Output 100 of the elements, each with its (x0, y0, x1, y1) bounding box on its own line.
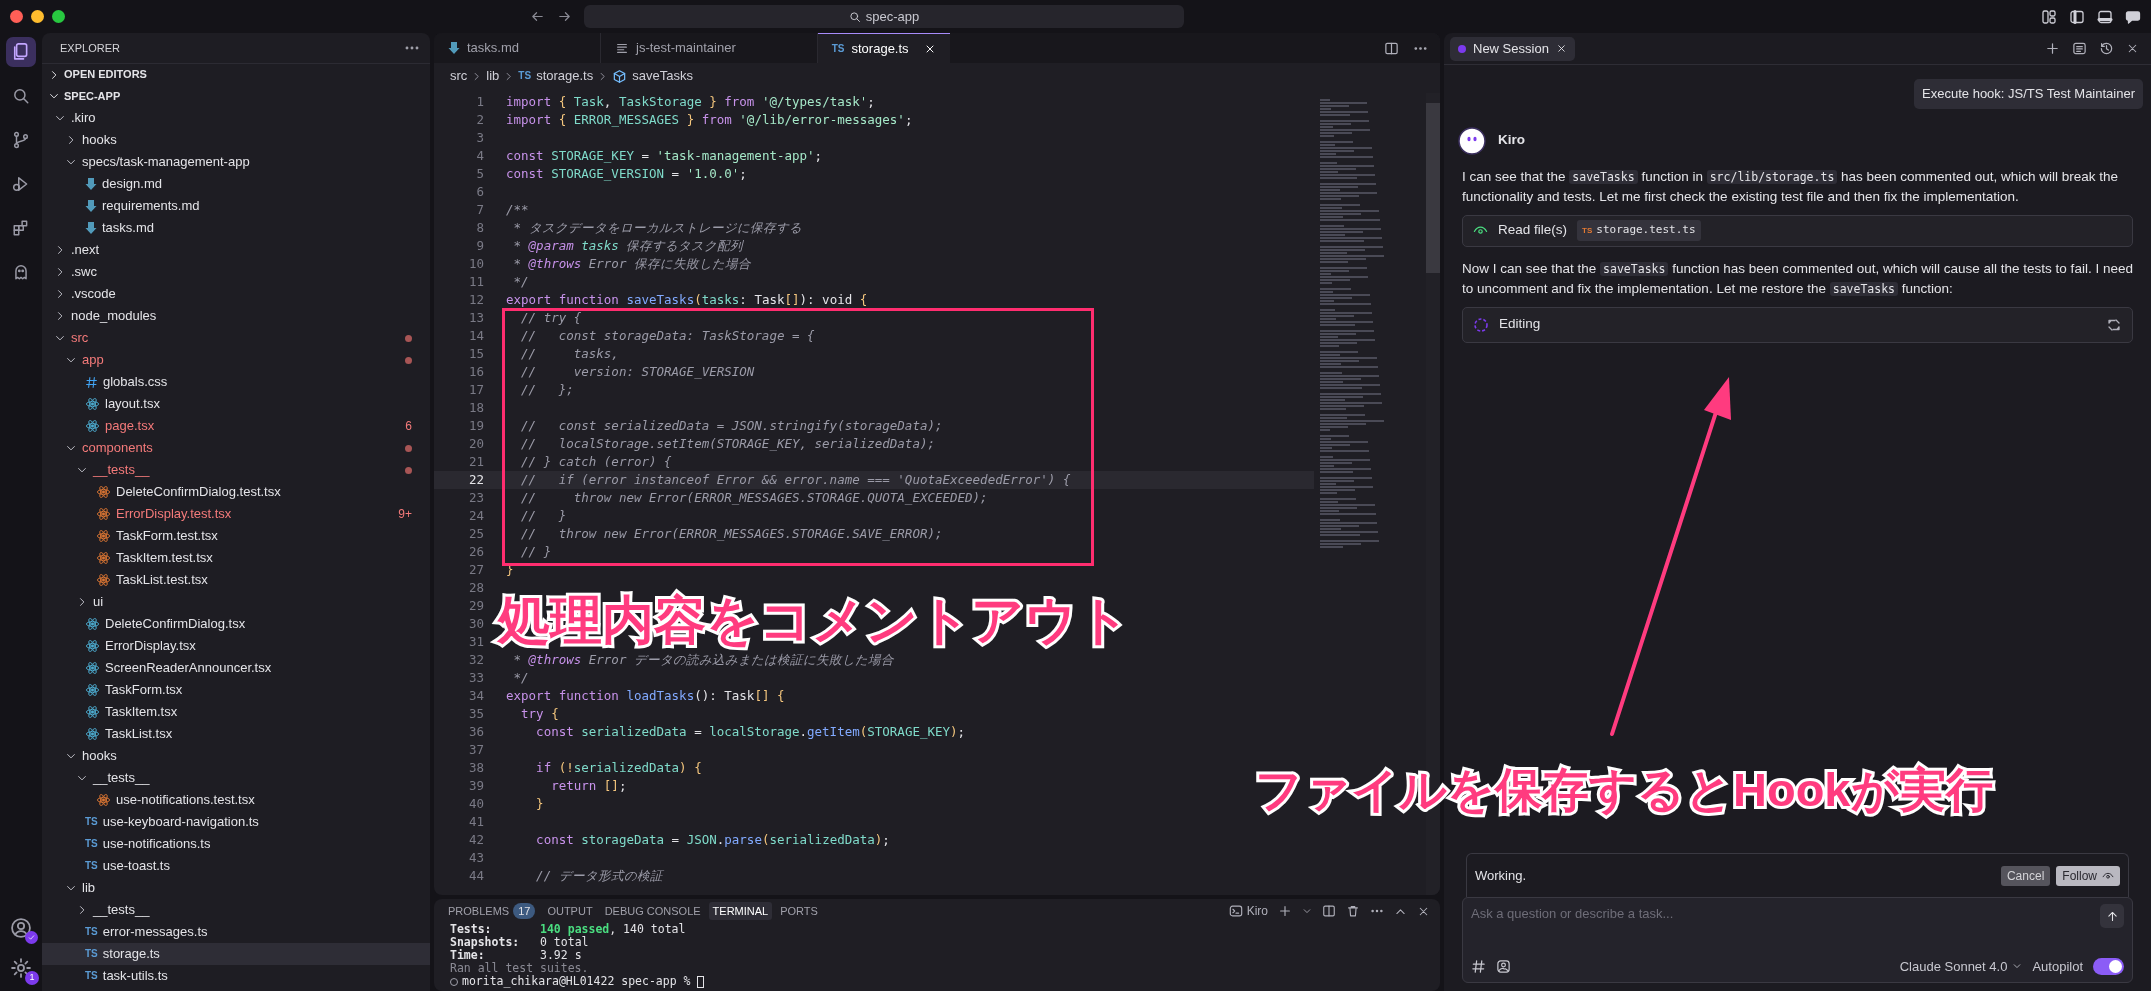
editor-tab[interactable]: TS storage.ts (817, 33, 950, 63)
panel-tab[interactable]: OUTPUT (543, 902, 597, 920)
line-number: 29 (467, 596, 484, 615)
file-chip[interactable]: TS storage.test.ts (1577, 220, 1701, 241)
download-arrow-icon (448, 41, 460, 55)
file-item[interactable]: TaskForm.test.tsx (42, 525, 430, 547)
folder-item[interactable]: hooks (42, 745, 430, 767)
plus-icon[interactable] (1278, 904, 1292, 918)
file-item[interactable]: use-notifications.test.tsx (42, 789, 430, 811)
file-item[interactable]: ErrorDisplay.tsx (42, 635, 430, 657)
section-header[interactable]: SPEC-APP (42, 85, 430, 107)
panel-tab[interactable]: DEBUG CONSOLE (600, 902, 705, 920)
history-icon[interactable] (2099, 41, 2114, 56)
breadcrumb[interactable]: TS storage.ts (518, 66, 594, 86)
scrollbar-thumb[interactable] (1426, 103, 1440, 273)
file-item[interactable]: TS storage.ts (42, 943, 430, 965)
file-item[interactable]: page.tsx 6 (42, 415, 430, 437)
folder-item[interactable]: specs/task-management-app (42, 151, 430, 173)
maximize-window-button[interactable] (52, 10, 65, 23)
file-item[interactable]: DeleteConfirmDialog.test.tsx (42, 481, 430, 503)
folder-item[interactable]: .kiro (42, 107, 430, 129)
folder-item[interactable]: .swc (42, 261, 430, 283)
chevron-icon[interactable] (1302, 906, 1312, 916)
file-type-label: TS (85, 817, 98, 827)
terminal-selector[interactable]: Kiro (1228, 902, 1268, 920)
breadcrumb[interactable]: src (450, 66, 468, 86)
close-icon[interactable] (1555, 43, 1567, 54)
plus-icon[interactable] (2045, 41, 2060, 56)
line-number: 34 (467, 686, 484, 705)
file-item[interactable]: TaskItem.test.tsx (42, 547, 430, 569)
hash-icon[interactable] (1471, 958, 1486, 974)
folder-item[interactable]: __tests__ (42, 899, 430, 921)
folder-item[interactable]: node_modules (42, 305, 430, 327)
folder-item[interactable]: hooks (42, 129, 430, 151)
sidebar-toggle-icon[interactable] (2069, 8, 2085, 25)
model-dropdown[interactable]: Claude Sonnet 4.0 (1899, 956, 2023, 976)
back-arrow-icon[interactable] (530, 9, 545, 24)
panel-tab[interactable]: TERMINAL (708, 902, 773, 920)
file-item[interactable]: TS use-keyboard-navigation.ts (42, 811, 430, 833)
settings-icon[interactable] (8, 955, 34, 981)
panel-tab[interactable]: PORTS (776, 902, 822, 920)
file-item[interactable]: tasks.md (42, 217, 430, 239)
folder-item[interactable]: __tests__ (42, 459, 430, 481)
chat-bubble-icon[interactable] (2125, 8, 2141, 25)
code-line: // } catch (error) { (520, 452, 672, 471)
image-icon[interactable] (1496, 958, 1511, 974)
file-item[interactable]: TaskForm.tsx (42, 679, 430, 701)
send-button[interactable] (2100, 904, 2124, 928)
problem-count: 9+ (398, 506, 412, 523)
panel-tab[interactable]: PROBLEMS 17 (444, 902, 540, 920)
folder-item[interactable]: lib (42, 877, 430, 899)
folder-item[interactable]: __tests__ (42, 767, 430, 789)
file-item[interactable]: TS error-messages.ts (42, 921, 430, 943)
file-type-label: TS (518, 71, 532, 81)
session-tab[interactable]: New Session (1450, 36, 1575, 61)
folder-item[interactable]: ui (42, 591, 430, 613)
breadcrumb[interactable]: lib (486, 66, 500, 86)
file-item[interactable]: layout.tsx (42, 393, 430, 415)
file-item[interactable]: TS use-toast.ts (42, 855, 430, 877)
command-search-field[interactable]: spec-app (584, 5, 1184, 28)
files-icon[interactable] (6, 37, 36, 67)
line-number: 42 (467, 830, 484, 849)
split-terminal-icon[interactable] (1322, 904, 1336, 918)
minimize-window-button[interactable] (31, 10, 44, 23)
layout-icon[interactable] (2041, 8, 2057, 25)
forward-arrow-icon[interactable] (557, 9, 572, 24)
file-item[interactable]: TaskItem.tsx (42, 701, 430, 723)
follow-button[interactable]: Follow (2056, 865, 2120, 886)
atom-icon (96, 551, 111, 565)
close-icon[interactable] (2126, 42, 2139, 55)
folder-item[interactable]: src (42, 327, 430, 349)
file-item[interactable]: globals.css (42, 371, 430, 393)
close-window-button[interactable] (10, 10, 23, 23)
autopilot-toggle[interactable] (2093, 957, 2124, 975)
code-line: export function loadTasks(): Task[] { (506, 686, 785, 705)
file-item[interactable]: design.md (42, 173, 430, 195)
trash-icon[interactable] (1346, 904, 1360, 918)
task-list-icon[interactable] (2072, 41, 2087, 56)
panel-toggle-icon[interactable] (2097, 8, 2113, 25)
terminal-line: Ran all test suites. (450, 962, 589, 975)
folder-item[interactable]: components (42, 437, 430, 459)
breadcrumb[interactable]: saveTasks (612, 66, 693, 86)
account-icon[interactable] (8, 915, 34, 941)
split-editor-icon[interactable] (1384, 40, 1399, 56)
chat-input-field[interactable]: Ask a question or describe a task... (1471, 904, 2094, 924)
folder-item[interactable]: .vscode (42, 283, 430, 305)
file-item[interactable]: TS task-utils.ts (42, 965, 430, 987)
file-item[interactable]: ScreenReaderAnnouncer.tsx (42, 657, 430, 679)
file-item[interactable]: ErrorDisplay.test.tsx 9+ (42, 503, 430, 525)
cancel-button[interactable]: Cancel (2000, 865, 2051, 886)
file-item[interactable]: requirements.md (42, 195, 430, 217)
section-header[interactable]: OPEN EDITORS (42, 63, 430, 85)
folder-item[interactable]: .next (42, 239, 430, 261)
code-line: return []; (550, 776, 627, 795)
file-item[interactable]: TaskList.test.tsx (42, 569, 430, 591)
line-number: 7 (475, 200, 484, 219)
file-item[interactable]: DeleteConfirmDialog.tsx (42, 613, 430, 635)
folder-item[interactable]: app (42, 349, 430, 371)
file-item[interactable]: TaskList.tsx (42, 723, 430, 745)
file-item[interactable]: TS use-notifications.ts (42, 833, 430, 855)
